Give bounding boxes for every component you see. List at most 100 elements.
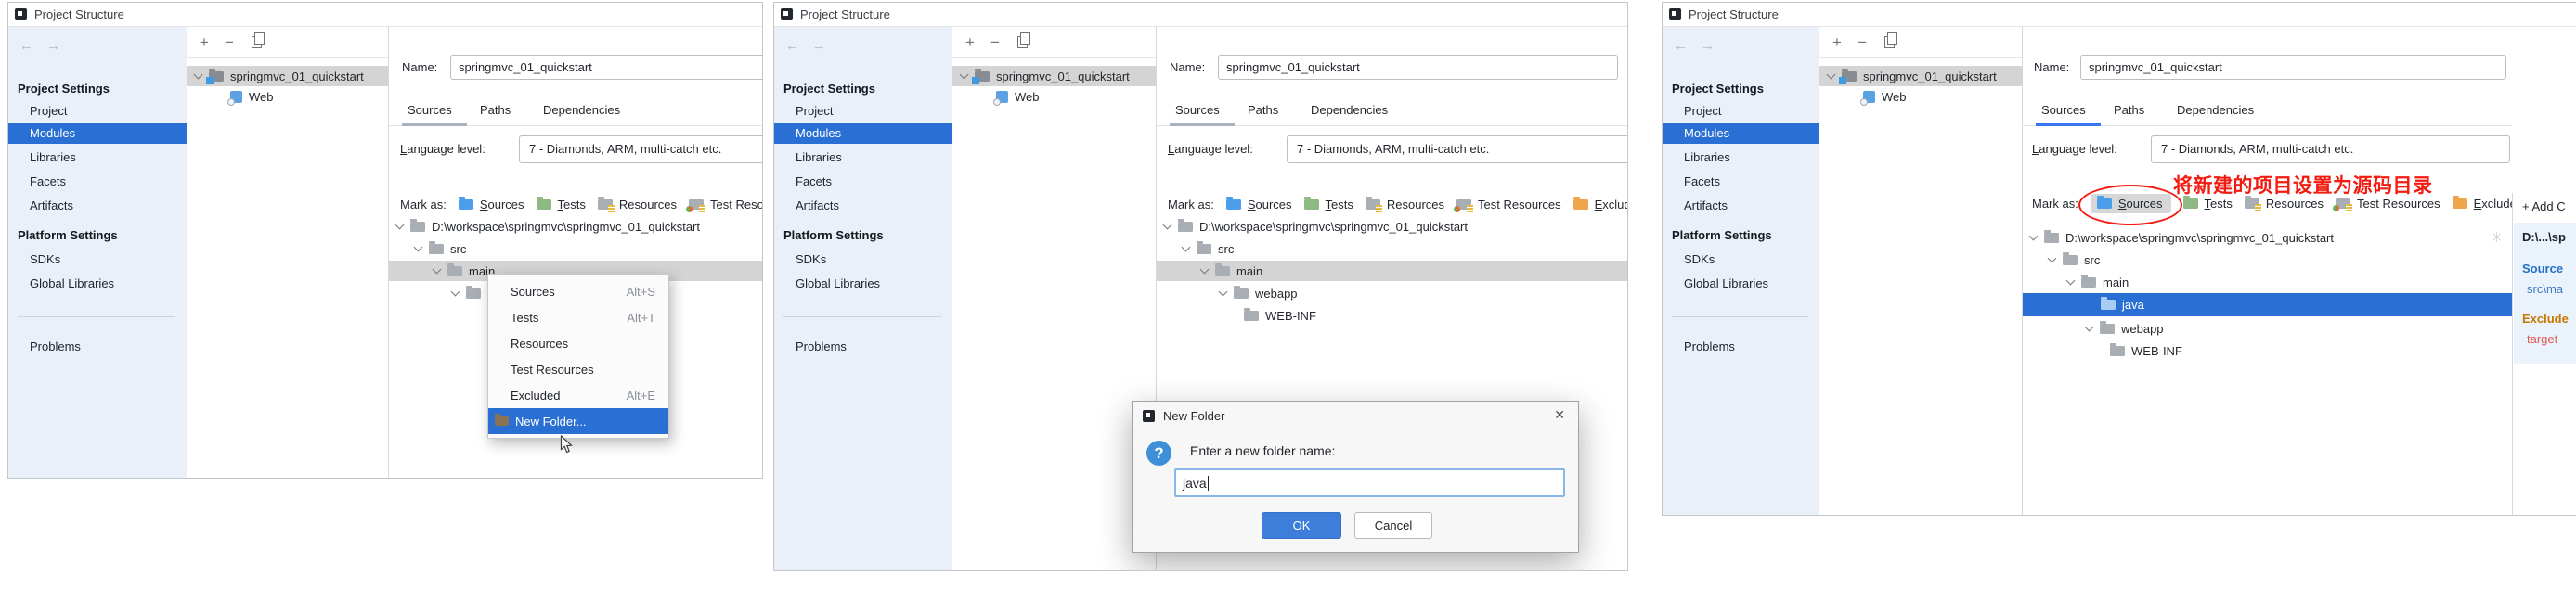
sidebar-item-global-libraries[interactable]: Global Libraries <box>774 274 952 294</box>
excluded-folder-entry[interactable]: target <box>2527 332 2557 346</box>
sidebar-item-artifacts[interactable]: Artifacts <box>774 196 952 216</box>
tree-row-main[interactable]: main <box>2023 272 2512 292</box>
module-name-input[interactable] <box>450 55 762 80</box>
web-facet-row[interactable]: Web <box>187 86 388 107</box>
mark-tests[interactable]: Tests <box>537 198 586 211</box>
sidebar-item-problems[interactable]: Problems <box>774 337 952 357</box>
remove-module-icon[interactable]: − <box>990 34 1000 50</box>
sidebar-item-modules[interactable]: Modules <box>8 123 187 144</box>
chevron-down-icon[interactable] <box>1827 70 1836 80</box>
web-facet-row[interactable]: Web <box>1819 86 2022 107</box>
tab-dependencies[interactable]: Dependencies <box>2177 96 2254 124</box>
language-level-select[interactable]: 7 - Diamonds, ARM, multi-catch etc. <box>2151 135 2510 163</box>
sidebar-item-libraries[interactable]: Libraries <box>1663 147 1819 168</box>
sidebar-item-sdks[interactable]: SDKs <box>1663 250 1819 270</box>
back-icon[interactable]: ← <box>19 38 33 54</box>
copy-module-icon[interactable] <box>252 36 262 48</box>
forward-icon[interactable]: → <box>1701 38 1715 54</box>
source-folder-entry[interactable]: src\ma <box>2527 282 2563 296</box>
language-level-select[interactable]: 7 - Diamonds, ARM, multi-catch etc. <box>519 135 762 163</box>
remove-module-icon[interactable]: − <box>225 34 234 50</box>
mark-resources[interactable]: Resources <box>1366 198 1444 211</box>
sidebar-item-facets[interactable]: Facets <box>1663 172 1819 192</box>
menu-item-sources[interactable]: SourcesAlt+S <box>488 278 668 304</box>
tree-row-src[interactable]: src <box>389 238 762 259</box>
tree-row-web-inf[interactable]: WEB-INF <box>1157 305 1627 326</box>
sidebar-item-artifacts[interactable]: Artifacts <box>1663 196 1819 216</box>
chevron-down-icon[interactable] <box>433 265 442 275</box>
chevron-down-icon[interactable] <box>1163 221 1172 230</box>
add-module-icon[interactable]: + <box>1832 34 1842 50</box>
folder-name-input[interactable]: java <box>1174 468 1565 497</box>
tree-row-src[interactable]: src <box>2023 250 2512 270</box>
sidebar-item-facets[interactable]: Facets <box>8 172 187 192</box>
back-icon[interactable]: ← <box>1674 38 1688 54</box>
mark-test-resources[interactable]: Test Resources <box>1456 198 1561 211</box>
chevron-down-icon[interactable] <box>960 70 969 80</box>
tree-row-root[interactable]: D:\workspace\springmvc\springmvc_01_quic… <box>2023 227 2512 248</box>
chevron-down-icon[interactable] <box>1219 288 1228 297</box>
chevron-down-icon[interactable] <box>2048 254 2057 263</box>
sidebar-item-project[interactable]: Project <box>774 101 952 122</box>
forward-icon[interactable]: → <box>812 38 826 54</box>
chevron-down-icon[interactable] <box>194 70 203 80</box>
tree-row-src[interactable]: src <box>1157 238 1627 259</box>
forward-icon[interactable]: → <box>46 38 60 54</box>
tab-sources[interactable]: Sources <box>408 96 452 124</box>
mark-sources[interactable]: Sources <box>459 198 524 211</box>
tree-row-webapp[interactable]: webapp <box>1157 283 1627 303</box>
tree-row-java[interactable]: java <box>2023 293 2512 316</box>
chevron-down-icon[interactable] <box>451 288 460 297</box>
sidebar-item-global-libraries[interactable]: Global Libraries <box>8 274 187 294</box>
tab-dependencies[interactable]: Dependencies <box>1311 96 1388 124</box>
tab-dependencies[interactable]: Dependencies <box>543 96 620 124</box>
module-name-input[interactable] <box>2080 55 2506 80</box>
mark-excluded[interactable]: Excluded <box>2453 197 2512 211</box>
chevron-down-icon[interactable] <box>395 221 405 230</box>
chevron-down-icon[interactable] <box>414 243 423 252</box>
web-facet-row[interactable]: Web <box>952 86 1156 107</box>
tab-paths[interactable]: Paths <box>2114 96 2144 124</box>
menu-item-tests[interactable]: TestsAlt+T <box>488 304 668 330</box>
mark-excluded[interactable]: Excluded <box>1573 198 1627 211</box>
tab-paths[interactable]: Paths <box>1248 96 1278 124</box>
language-level-select[interactable]: 7 - Diamonds, ARM, multi-catch etc. <box>1287 135 1627 163</box>
tree-row-webapp[interactable]: webapp <box>2023 318 2512 339</box>
sidebar-item-artifacts[interactable]: Artifacts <box>8 196 187 216</box>
menu-item-new-folder[interactable]: New Folder... <box>488 408 668 434</box>
ok-button[interactable]: OK <box>1262 512 1341 539</box>
menu-item-test-resources[interactable]: Test Resources <box>488 356 668 382</box>
chevron-down-icon[interactable] <box>1200 265 1210 275</box>
menu-item-excluded[interactable]: ExcludedAlt+E <box>488 382 668 408</box>
close-icon[interactable]: ✕ <box>1554 408 1565 421</box>
module-row[interactable]: springmvc_01_quickstart <box>1819 66 2022 86</box>
tree-row-web-inf[interactable]: WEB-INF <box>2023 340 2512 361</box>
sidebar-item-global-libraries[interactable]: Global Libraries <box>1663 274 1819 294</box>
add-module-icon[interactable]: + <box>200 34 209 50</box>
mark-sources[interactable]: Sources <box>1226 198 1292 211</box>
sidebar-item-libraries[interactable]: Libraries <box>774 147 952 168</box>
sidebar-item-sdks[interactable]: SDKs <box>8 250 187 270</box>
mark-test-resources[interactable]: Test Resources <box>689 198 762 211</box>
sidebar-item-project[interactable]: Project <box>8 101 187 122</box>
sidebar-item-problems[interactable]: Problems <box>1663 337 1819 357</box>
module-row[interactable]: springmvc_01_quickstart <box>187 66 388 86</box>
add-module-icon[interactable]: + <box>965 34 975 50</box>
chevron-down-icon[interactable] <box>1182 243 1191 252</box>
sidebar-item-sdks[interactable]: SDKs <box>774 250 952 270</box>
chevron-down-icon[interactable] <box>2085 323 2094 332</box>
module-name-input[interactable] <box>1218 55 1618 80</box>
sidebar-item-facets[interactable]: Facets <box>774 172 952 192</box>
sidebar-item-problems[interactable]: Problems <box>8 337 187 357</box>
tree-row-main[interactable]: main <box>1157 261 1627 281</box>
module-row[interactable]: springmvc_01_quickstart <box>952 66 1156 86</box>
sidebar-item-libraries[interactable]: Libraries <box>8 147 187 168</box>
copy-module-icon[interactable] <box>1017 36 1028 48</box>
mark-tests[interactable]: Tests <box>1304 198 1353 211</box>
copy-module-icon[interactable] <box>1884 36 1895 48</box>
mark-resources[interactable]: Resources <box>598 198 677 211</box>
tab-sources[interactable]: Sources <box>2041 96 2086 124</box>
tab-paths[interactable]: Paths <box>480 96 511 124</box>
menu-item-resources[interactable]: Resources <box>488 330 668 356</box>
sidebar-item-modules[interactable]: Modules <box>774 123 952 144</box>
